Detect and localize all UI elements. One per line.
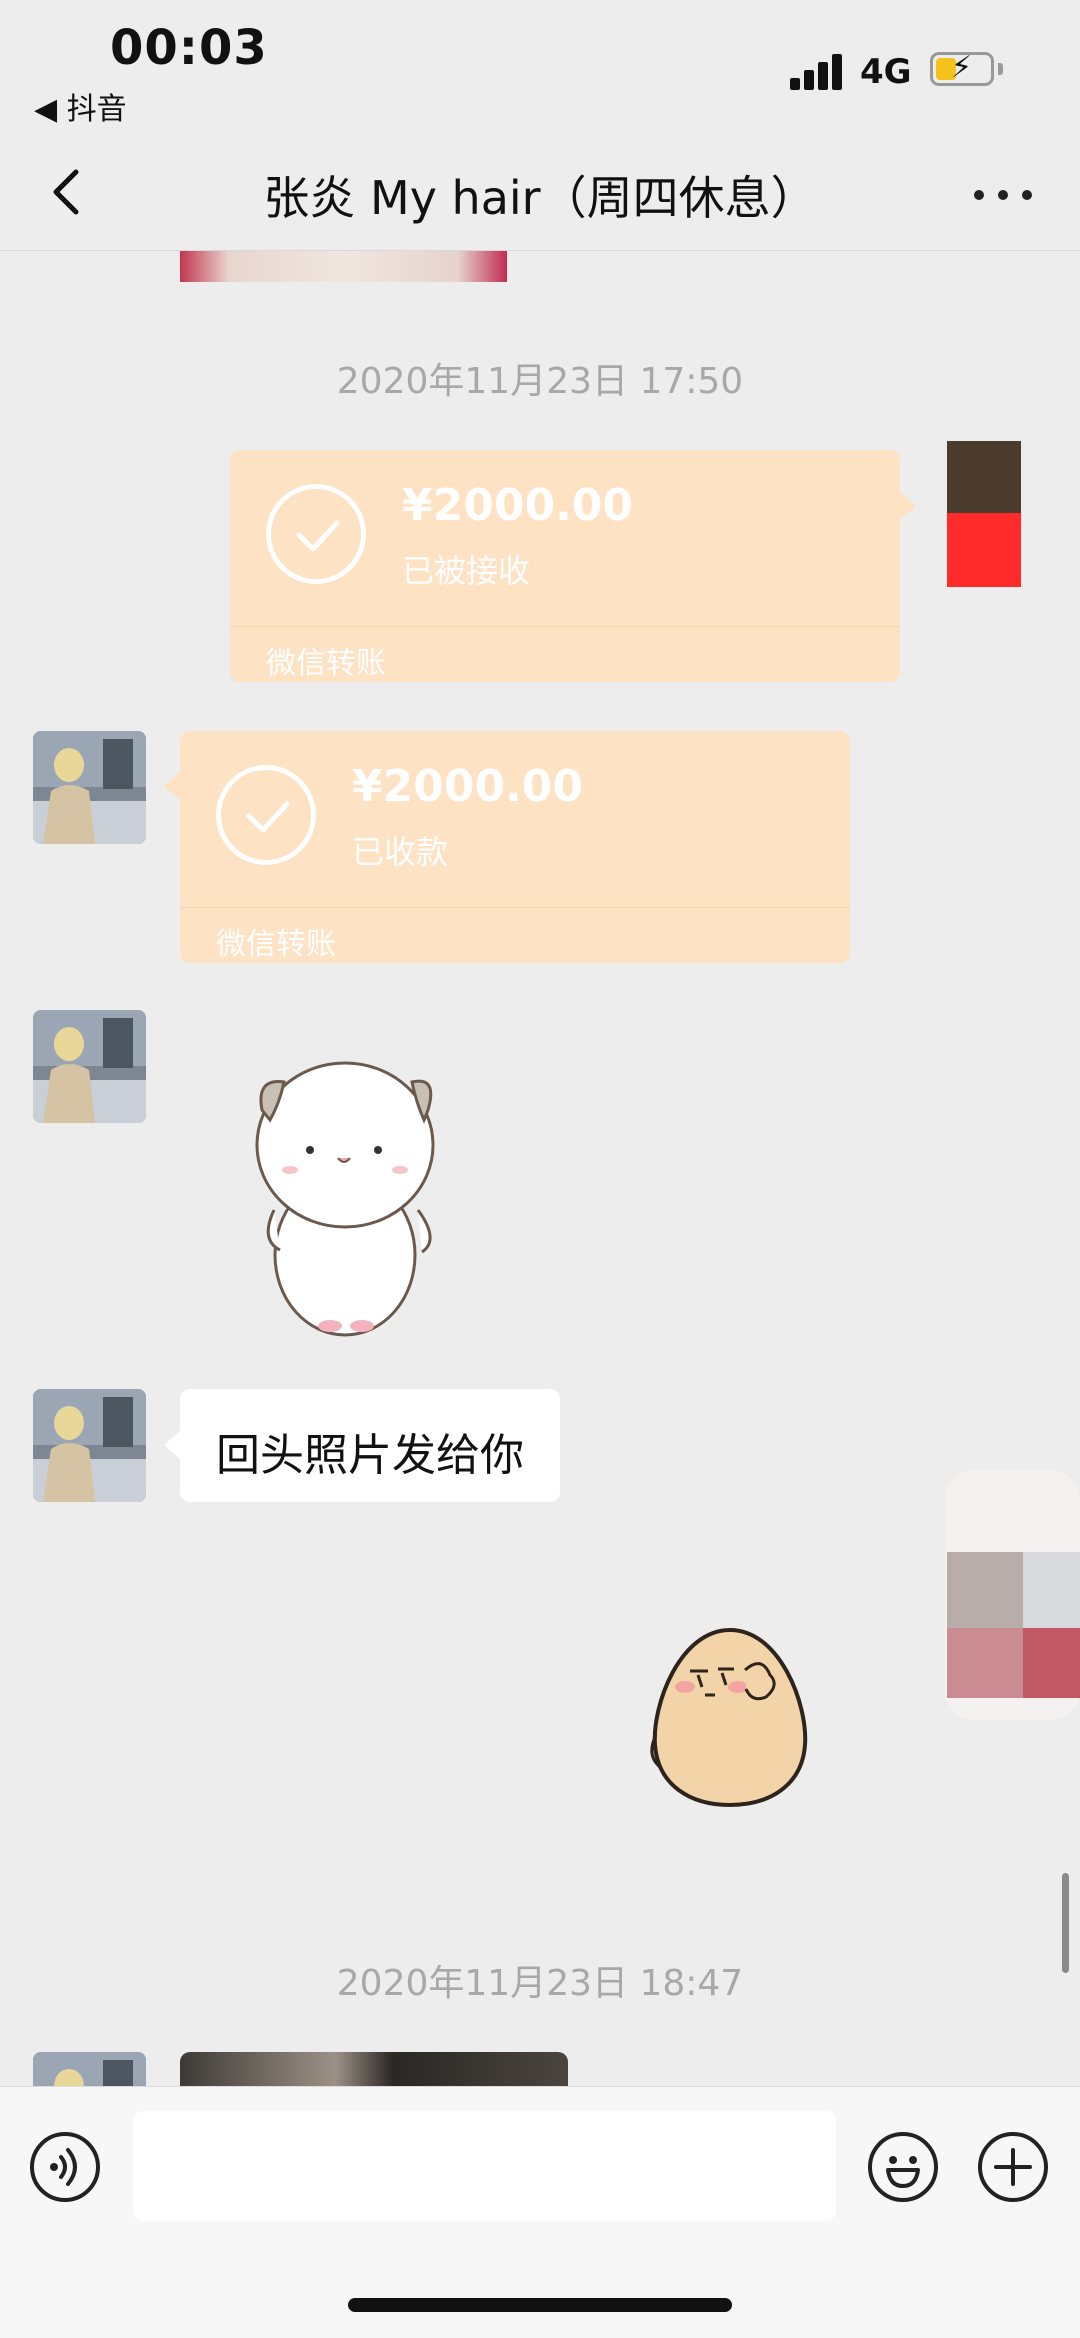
bubble-tail xyxy=(900,492,916,520)
bubble-divider xyxy=(180,907,850,908)
battery-tip xyxy=(998,63,1003,75)
egg-sticker[interactable] xyxy=(650,1625,810,1810)
avatar-contact[interactable] xyxy=(33,1010,146,1123)
plus-icon[interactable] xyxy=(978,2132,1048,2202)
transfer-bubble-sent[interactable]: ¥2000.00 已被接收 微信转账 xyxy=(230,450,900,682)
hamster-sticker[interactable] xyxy=(250,1050,460,1340)
chat-title: 张炎 My hair（周四休息） xyxy=(263,171,817,225)
image-message-partial[interactable] xyxy=(180,2052,568,2086)
avatar-contact[interactable] xyxy=(33,731,146,844)
text-message-bubble[interactable]: 回头照片发给你 xyxy=(180,1389,560,1502)
battery-icon: ⚡ xyxy=(930,51,994,86)
bubble-divider xyxy=(230,626,900,627)
home-indicator[interactable] xyxy=(348,2298,732,2312)
network-type: 4G xyxy=(860,52,912,92)
transfer-amount: ¥2000.00 xyxy=(352,761,584,812)
avatar-contact[interactable] xyxy=(33,1389,146,1502)
avatar-contact[interactable] xyxy=(33,2052,146,2086)
emoji-icon[interactable] xyxy=(868,2132,938,2202)
bubble-tail xyxy=(164,772,180,800)
transfer-bubble-received[interactable]: ¥2000.00 已收款 微信转账 xyxy=(180,731,850,963)
chat-history[interactable]: 2020年11月23日 17:50 ¥2000.00 已被接收 微信转账 ¥20… xyxy=(0,250,1080,2086)
message-input[interactable] xyxy=(133,2111,836,2221)
transfer-label: 微信转账 xyxy=(266,646,386,681)
avatar-self[interactable] xyxy=(947,441,1021,587)
chat-header: 张炎 My hair（周四休息） xyxy=(0,140,1080,251)
signal-icon xyxy=(790,54,844,90)
image-message-partial[interactable] xyxy=(180,250,507,282)
check-circle-icon xyxy=(216,765,316,865)
transfer-amount: ¥2000.00 xyxy=(402,480,634,531)
back-to-app-link[interactable]: ◀ 抖音 xyxy=(34,84,127,128)
clock: 00:03 xyxy=(110,20,268,76)
avatar-self-blurred[interactable] xyxy=(905,1470,1080,1740)
transfer-label: 微信转账 xyxy=(216,927,336,962)
voice-icon[interactable] xyxy=(30,2132,100,2202)
scrollbar[interactable] xyxy=(1062,1873,1069,1973)
transfer-status: 已被接收 xyxy=(402,552,531,590)
timestamp: 2020年11月23日 17:50 xyxy=(336,361,744,402)
transfer-status: 已收款 xyxy=(352,833,449,871)
timestamp: 2020年11月23日 18:47 xyxy=(336,1963,744,2004)
more-dots-icon[interactable] xyxy=(968,170,1044,218)
check-circle-icon xyxy=(266,484,366,584)
status-bar: 00:03 ◀ 抖音 4G ⚡ xyxy=(0,0,1080,140)
bubble-tail xyxy=(164,1431,180,1459)
